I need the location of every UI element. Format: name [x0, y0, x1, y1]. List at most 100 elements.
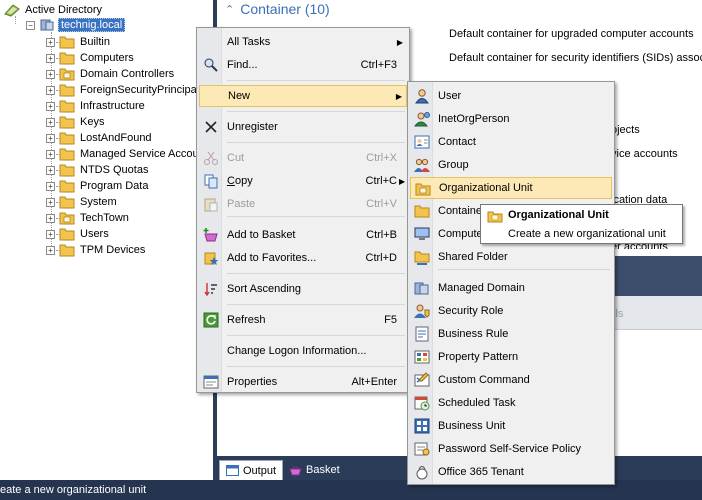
chevron-up-icon[interactable]: ⌃ [225, 3, 234, 16]
expand-icon[interactable]: + [46, 149, 55, 159]
new-item-scheduled-task[interactable]: Scheduled Task [410, 392, 612, 414]
expand-icon[interactable]: + [46, 101, 55, 111]
collapse-icon[interactable]: − [26, 20, 35, 30]
expand-icon[interactable]: + [46, 245, 55, 255]
expand-icon[interactable]: + [46, 85, 55, 95]
new-item-contact[interactable]: Contact [410, 131, 612, 153]
menu-item-unregister[interactable]: Unregister [199, 116, 407, 138]
copy-icon [203, 173, 219, 189]
tree-item[interactable]: + TechTown [46, 210, 131, 226]
expand-icon[interactable]: + [46, 165, 55, 175]
property-pattern-icon [414, 349, 430, 365]
new-item-business-rule[interactable]: Business Rule [410, 323, 612, 345]
menu-item-label: Security Role [438, 305, 504, 317]
folder-icon [59, 51, 75, 65]
tree-item[interactable]: + Computers [46, 50, 136, 66]
tree-item-label: Keys [80, 116, 105, 128]
expand-icon[interactable]: + [46, 133, 55, 143]
expand-icon[interactable]: + [46, 213, 55, 223]
tree-item[interactable]: + Builtin [46, 34, 112, 50]
ou-icon [415, 181, 431, 197]
menu-item-find[interactable]: Find... Ctrl+F3 [199, 54, 407, 76]
new-item-organizational-unit[interactable]: Organizational Unit [410, 177, 612, 199]
menu-item-cut[interactable]: Cut Ctrl+X [199, 147, 407, 169]
menu-item-copy[interactable]: Copy Ctrl+C ▶ [199, 170, 407, 192]
menu-item-all-tasks[interactable]: All Tasks ▶ [199, 31, 407, 53]
menu-item-refresh[interactable]: Refresh F5 [199, 309, 407, 331]
folder-icon [59, 243, 75, 257]
tree-item[interactable]: + System [46, 194, 119, 210]
menu-item-add-to-basket[interactable]: Add to Basket Ctrl+B [199, 224, 407, 246]
menu-item-change-logon-information[interactable]: Change Logon Information... [199, 340, 407, 362]
tree-item-label: LostAndFound [80, 132, 152, 144]
tab-output-label: Output [243, 464, 277, 477]
office365-icon [414, 464, 430, 480]
menu-separator [227, 80, 405, 81]
tree-item[interactable]: + TPM Devices [46, 242, 147, 258]
expand-icon[interactable]: + [46, 197, 55, 207]
menu-item-label: Property Pattern [438, 351, 519, 363]
tree-item[interactable]: + Managed Service Accou [46, 146, 201, 162]
tree-item[interactable]: + Infrastructure [46, 98, 147, 114]
tree-item[interactable]: + Domain Controllers [46, 66, 176, 82]
tree-item[interactable]: + Users [46, 226, 111, 242]
menu-item-label: Unregister [227, 121, 278, 133]
menu-item-properties[interactable]: Properties Alt+Enter [199, 371, 407, 393]
folder-icon [59, 195, 75, 209]
menu-item-add-to-favorites[interactable]: Add to Favorites... Ctrl+D [199, 247, 407, 269]
folder-icon [59, 147, 75, 161]
tree-item[interactable]: + LostAndFound [46, 130, 154, 146]
menu-item-sort-ascending[interactable]: Sort Ascending [199, 278, 407, 300]
password-policy-icon [414, 441, 430, 457]
menu-item-label: Business Rule [438, 328, 509, 340]
tree-domain[interactable]: − technig.local [26, 17, 126, 33]
output-icon [226, 465, 239, 476]
container-description: ojects [611, 124, 640, 136]
tree-item-label: Program Data [80, 180, 149, 192]
menu-separator [227, 335, 405, 336]
new-item-user[interactable]: User [410, 85, 612, 107]
folder-icon [59, 35, 75, 49]
tree-item-label: Domain Controllers [80, 68, 175, 80]
new-item-inetorgperson[interactable]: InetOrgPerson [410, 108, 612, 130]
new-item-password-self-service-policy[interactable]: Password Self-Service Policy [410, 438, 612, 460]
basket-icon [289, 465, 302, 475]
new-item-business-unit[interactable]: Business Unit [410, 415, 612, 437]
paste-icon [203, 196, 219, 212]
expand-icon[interactable]: + [46, 229, 55, 239]
menu-item-label: Add to Basket [227, 229, 296, 241]
menu-item-label: Organizational Unit [439, 182, 533, 194]
menu-separator [227, 216, 405, 217]
menu-item-label: Container [438, 205, 486, 217]
new-item-managed-domain[interactable]: Managed Domain [410, 277, 612, 299]
menu-item-shortcut: Ctrl+B [366, 229, 397, 241]
expand-icon[interactable]: + [46, 53, 55, 63]
menu-item-new[interactable]: New ▶ [199, 85, 407, 107]
expand-icon[interactable]: + [46, 69, 55, 79]
tooltip: Organizational Unit Create a new organiz… [480, 204, 683, 244]
menu-item-label: Custom Command [438, 374, 530, 386]
tree-item-label: System [80, 196, 117, 208]
tree-root[interactable]: Active Directory [4, 2, 104, 18]
tree-item[interactable]: + Program Data [46, 178, 150, 194]
tree-domain-label: technig.local [58, 18, 126, 32]
tree-item[interactable]: + NTDS Quotas [46, 162, 150, 178]
new-item-group[interactable]: Group [410, 154, 612, 176]
tab-output[interactable]: Output [219, 460, 284, 480]
menu-item-label: Change Logon Information... [227, 345, 367, 357]
tree-item[interactable]: + ForeignSecurityPrincipal [46, 82, 201, 98]
tree-item[interactable]: + Keys [46, 114, 106, 130]
new-item-security-role[interactable]: Security Role [410, 300, 612, 322]
expand-icon[interactable]: + [46, 117, 55, 127]
expand-icon[interactable]: + [46, 181, 55, 191]
new-item-office-365-tenant[interactable]: Office 365 Tenant [410, 461, 612, 483]
new-item-shared-folder[interactable]: Shared Folder [410, 246, 612, 268]
container-group-header[interactable]: ⌃ Container (10) [217, 0, 702, 18]
directory-tree[interactable]: Active Directory − technig.local + Builti… [0, 0, 213, 480]
expand-icon[interactable]: + [46, 37, 55, 47]
new-item-property-pattern[interactable]: Property Pattern [410, 346, 612, 368]
new-item-custom-command[interactable]: Custom Command [410, 369, 612, 391]
menu-separator [438, 269, 610, 270]
menu-item-paste[interactable]: Paste Ctrl+V [199, 193, 407, 215]
tab-basket[interactable]: Basket [283, 460, 346, 480]
